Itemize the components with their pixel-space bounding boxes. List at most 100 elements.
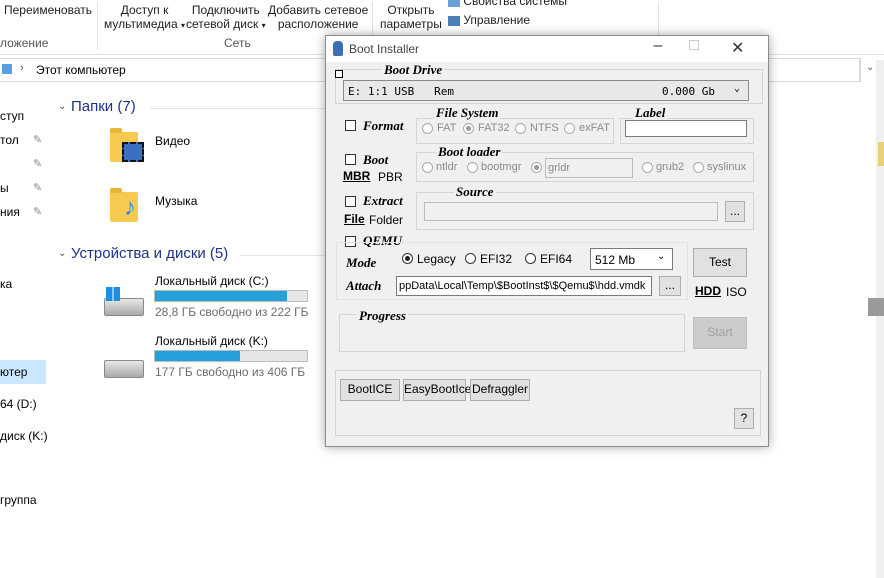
booticel-button[interactable]: BootICE (340, 379, 400, 401)
usb-drive-icon (333, 41, 343, 56)
hdd-option[interactable]: HDD (695, 284, 721, 298)
hard-drive-icon-partial (868, 298, 884, 316)
fs-fat-label: FAT (437, 122, 457, 134)
drive-c-name[interactable]: Локальный диск (C:) (155, 274, 269, 288)
folders-section-header[interactable]: Папки (7) (71, 98, 136, 115)
nav-item-onedrive[interactable]: ка (0, 277, 12, 291)
nav-item-homegroup[interactable]: группа (0, 493, 37, 507)
chevron-down-icon[interactable]: ⌄ (58, 248, 66, 259)
mode-efi32-radio[interactable] (465, 253, 476, 264)
extract-checkbox[interactable] (345, 196, 356, 207)
network-group-label: Сеть (224, 36, 251, 50)
test-button[interactable]: Test (693, 248, 747, 277)
nav-item-documents[interactable]: ы (0, 181, 9, 195)
attach-input[interactable]: ppData\Local\Temp\$BootInst$\$Qemu$\hdd.… (396, 276, 652, 296)
bl-ntldr-label: ntldr (436, 161, 458, 173)
fs-fat32-radio[interactable] (463, 123, 474, 134)
drive-c-free-space: 28,8 ГБ свободно из 222 ГБ (155, 305, 309, 319)
rename-button[interactable]: Переименовать (4, 3, 92, 17)
bl-syslinux-label: syslinux (707, 161, 747, 173)
open-settings-button[interactable]: Открыть параметры (380, 3, 442, 31)
label-group-label: Label (633, 105, 668, 121)
address-path: Этот компьютер (36, 63, 126, 77)
file-option[interactable]: File (344, 212, 365, 226)
chevron-down-icon: ⌄ (734, 83, 741, 94)
scrollbar[interactable] (876, 60, 884, 578)
fs-exfat-label: exFAT (579, 122, 610, 134)
nav-item-drive-k[interactable]: диск (K:) (0, 429, 48, 443)
fs-exfat-radio[interactable] (564, 123, 575, 134)
boot-checkbox[interactable] (345, 154, 356, 165)
source-browse-button[interactable]: ... (725, 201, 745, 222)
pin-icon: ✎ (33, 158, 43, 170)
title-bar[interactable]: Boot Installer – ✕ (326, 36, 768, 62)
bl-grub2-radio[interactable] (642, 162, 653, 173)
film-icon (122, 142, 144, 162)
fs-fat-radio[interactable] (422, 123, 433, 134)
source-label: Source (454, 184, 496, 200)
bl-grub2-label: grub2 (656, 161, 685, 173)
boot-drive-label: Boot Drive (382, 62, 445, 78)
mode-efi64-radio[interactable] (525, 253, 536, 264)
folder-video-label[interactable]: Видео (155, 134, 190, 148)
nav-item-drive-d[interactable]: 64 (D:) (0, 397, 37, 411)
folder-option[interactable]: Folder (369, 213, 403, 227)
manage-button[interactable]: Управление (448, 13, 530, 27)
nav-item-desktop[interactable]: тол (0, 133, 19, 147)
chevron-down-icon[interactable]: ⌄ (58, 101, 66, 112)
defraggler-button[interactable]: Defraggler (470, 379, 530, 401)
fs-fat32-label: FAT32 (478, 122, 510, 134)
map-drive-button[interactable]: Подключить сетевой диск ▾ (186, 3, 266, 33)
pin-icon: ✎ (33, 134, 43, 146)
fs-ntfs-label: NTFS (530, 122, 559, 134)
drive-k-free-space: 177 ГБ свободно из 406 ГБ (155, 365, 306, 379)
hard-drive-icon[interactable] (104, 360, 144, 378)
minimize-icon[interactable]: – (643, 37, 673, 55)
maximize-icon[interactable] (689, 40, 699, 50)
source-input[interactable] (424, 202, 718, 221)
fs-ntfs-radio[interactable] (515, 123, 526, 134)
drive-c-usage-bar (154, 290, 308, 302)
section-divider (240, 255, 325, 256)
mode-legacy-radio[interactable] (402, 253, 413, 264)
bl-syslinux-radio[interactable] (693, 162, 704, 173)
media-access-button[interactable]: Доступ к мультимедиа ▾ (104, 3, 185, 33)
music-note-icon: ♪ (124, 194, 136, 221)
bl-grldr-radio[interactable] (531, 162, 542, 173)
extract-label: Extract (363, 193, 403, 208)
mode-legacy-label: Legacy (417, 252, 456, 266)
pbr-option[interactable]: PBR (378, 170, 403, 184)
help-button[interactable]: ? (734, 408, 754, 429)
progress-label: Progress (357, 308, 408, 324)
format-label: Format (363, 118, 404, 133)
memory-select[interactable]: 512 Mb ⌄ (590, 248, 673, 270)
add-network-location-button[interactable]: Добавить сетевое расположение (268, 3, 368, 31)
attach-browse-button[interactable]: ... (659, 276, 681, 296)
mbr-option[interactable]: MBR (343, 169, 370, 183)
drive-k-name[interactable]: Локальный диск (K:) (155, 334, 268, 348)
bl-bootmgr-radio[interactable] (467, 162, 478, 173)
volume-label-input[interactable] (625, 120, 747, 137)
nav-item-access[interactable]: ступ (0, 109, 24, 123)
system-properties-icon (448, 0, 460, 7)
chevron-down-icon: ⌄ (657, 251, 666, 262)
easybootice-button[interactable]: EasyBootIce (403, 379, 471, 401)
pin-icon: ✎ (33, 182, 43, 194)
nav-item-images[interactable]: ния (0, 205, 20, 219)
nav-item-this-pc[interactable]: ютер (0, 365, 27, 379)
folder-icon-partial (878, 142, 884, 166)
manage-icon (448, 15, 460, 26)
close-icon[interactable]: ✕ (731, 38, 744, 58)
iso-option[interactable]: ISO (726, 285, 747, 299)
system-properties-button[interactable]: Свойства системы (448, 0, 567, 8)
drives-section-header[interactable]: Устройства и диски (5) (71, 245, 228, 262)
bl-ntldr-radio[interactable] (422, 162, 433, 173)
start-button[interactable]: Start (693, 317, 747, 349)
format-checkbox[interactable] (345, 120, 356, 131)
folder-music-label[interactable]: Музыка (155, 194, 197, 208)
boot-loader-label: Boot loader (436, 144, 503, 160)
boot-drive-select[interactable]: E: 1:1 USB Rem 0.000 Gb ⌄ (343, 80, 749, 101)
small-checkbox[interactable] (335, 70, 343, 78)
bl-grldr-field[interactable]: grldr (545, 158, 633, 178)
pin-icon: ✎ (33, 206, 43, 218)
